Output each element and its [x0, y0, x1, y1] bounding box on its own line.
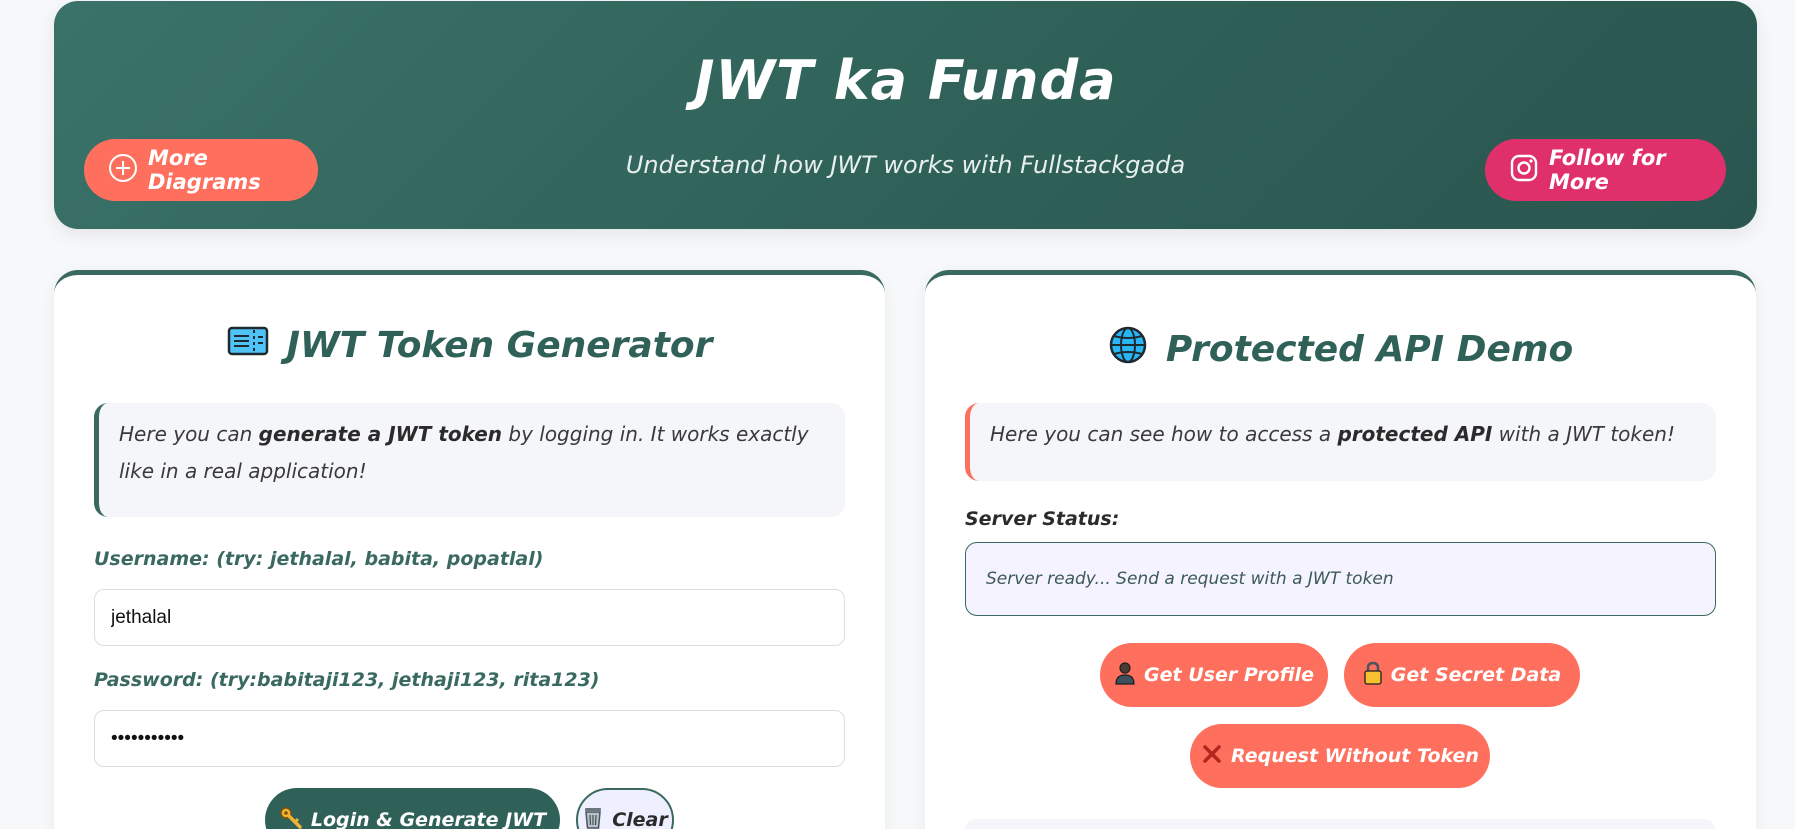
- follow-button[interactable]: Follow for More: [1485, 139, 1726, 201]
- person-icon: [1114, 661, 1136, 690]
- get-user-profile-button[interactable]: Get User Profile: [1100, 643, 1328, 707]
- follow-label: Follow for More: [1549, 146, 1666, 194]
- globe-icon: [1108, 325, 1148, 374]
- api-info: Here you can see how to access a protect…: [965, 403, 1716, 481]
- server-status-box: Server ready... Send a request with a JW…: [965, 542, 1716, 616]
- request-without-token-button[interactable]: Request Without Token: [1190, 724, 1490, 788]
- username-label: Username: (try: jethalal, babita, popatl…: [94, 548, 544, 570]
- key-icon: [279, 806, 303, 829]
- response-panel: [965, 819, 1716, 829]
- clear-button[interactable]: Clear: [576, 788, 674, 829]
- api-info-bold: protected API: [1337, 422, 1493, 446]
- cross-icon: [1201, 743, 1223, 770]
- request-without-token-label: Request Without Token: [1231, 745, 1479, 767]
- api-title-text: Protected API Demo: [1165, 329, 1574, 370]
- api-info-text-end: with a JWT token!: [1492, 422, 1675, 446]
- plus-circle-icon: [108, 153, 138, 188]
- api-demo-card: Protected API Demo Here you can see how …: [925, 270, 1756, 829]
- password-label: Password: (try:babitaji123, jethaji123, …: [94, 669, 600, 691]
- jwt-generator-card: JWT Token Generator Here you can generat…: [54, 270, 885, 829]
- api-info-text: Here you can see how to access a: [990, 422, 1338, 446]
- clear-label: Clear: [612, 809, 668, 829]
- get-secret-data-label: Get Secret Data: [1390, 664, 1562, 686]
- get-secret-data-button[interactable]: Get Secret Data: [1344, 643, 1580, 707]
- ticket-icon: [227, 325, 269, 366]
- trash-icon: [582, 806, 604, 829]
- generator-title: JWT Token Generator: [54, 325, 885, 366]
- generator-info-text: Here you can: [119, 422, 259, 446]
- get-user-profile-label: Get User Profile: [1144, 664, 1314, 686]
- password-input[interactable]: [94, 710, 845, 767]
- more-diagrams-button[interactable]: More Diagrams: [84, 139, 318, 201]
- lock-icon: [1363, 661, 1383, 690]
- login-generate-label: Login & Generate JWT: [310, 809, 547, 829]
- api-title: Protected API Demo: [925, 325, 1756, 374]
- more-diagrams-label: More Diagrams: [148, 146, 261, 194]
- instagram-icon: [1509, 153, 1539, 188]
- page-title: JWT ka Funda: [694, 49, 1117, 112]
- server-status-text: Server ready... Send a request with a JW…: [986, 569, 1394, 589]
- login-generate-button[interactable]: Login & Generate JWT: [265, 788, 560, 829]
- generator-info: Here you can generate a JWT token by log…: [94, 403, 845, 517]
- server-status-label: Server Status:: [965, 508, 1120, 530]
- generator-title-text: JWT Token Generator: [286, 325, 713, 366]
- username-input[interactable]: [94, 589, 845, 646]
- generator-info-bold: generate a JWT token: [258, 422, 503, 446]
